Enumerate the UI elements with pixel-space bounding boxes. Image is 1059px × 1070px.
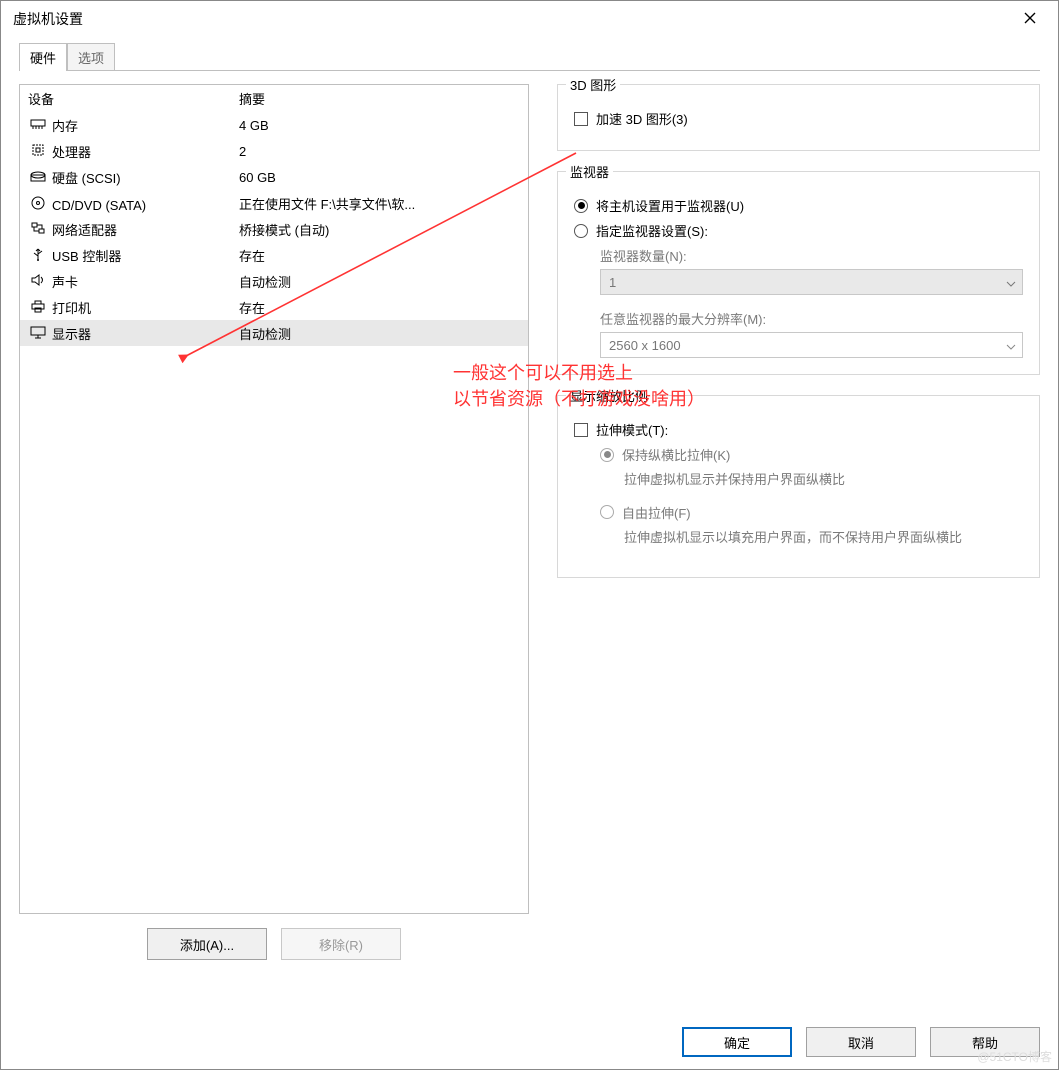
group-3d-graphics: 3D 图形 加速 3D 图形(3) <box>557 84 1040 151</box>
group-monitors-title: 监视器 <box>566 162 613 181</box>
memory-icon <box>28 115 48 133</box>
radio-free-stretch <box>600 505 614 519</box>
cancel-button[interactable]: 取消 <box>806 1027 916 1057</box>
usb-icon <box>28 245 48 263</box>
device-list-header: 设备 摘要 <box>20 85 528 112</box>
device-row-cd[interactable]: CD/DVD (SATA) 正在使用文件 F:\共享文件\软... <box>20 190 528 216</box>
sound-icon <box>28 271 48 289</box>
stretch-mode-label: 拉伸模式(T): <box>596 420 668 439</box>
group-3d-title: 3D 图形 <box>566 75 620 94</box>
accel-3d-checkbox[interactable] <box>574 112 588 126</box>
max-res-label: 任意监视器的最大分辨率(M): <box>600 309 1023 328</box>
tab-hardware[interactable]: 硬件 <box>19 43 67 71</box>
radio-specify-label: 指定监视器设置(S): <box>596 221 708 240</box>
close-button[interactable] <box>1012 7 1048 31</box>
chevron-down-icon <box>1006 275 1016 290</box>
display-icon <box>28 323 48 341</box>
tab-options[interactable]: 选项 <box>67 43 115 71</box>
close-icon <box>1024 11 1036 27</box>
network-icon <box>28 219 48 237</box>
dialog-title: 虚拟机设置 <box>13 9 83 29</box>
radio-use-host-label: 将主机设置用于监视器(U) <box>596 196 744 215</box>
device-row-display[interactable]: 显示器 自动检测 <box>20 320 528 346</box>
radio-keep-aspect-label: 保持纵横比拉伸(K) <box>622 445 730 464</box>
keep-aspect-desc: 拉伸虚拟机显示并保持用户界面纵横比 <box>624 470 1023 491</box>
radio-free-stretch-label: 自由拉伸(F) <box>622 503 691 522</box>
titlebar: 虚拟机设置 <box>1 1 1058 37</box>
radio-specify[interactable] <box>574 224 588 238</box>
remove-button: 移除(R) <box>281 928 401 960</box>
cd-icon <box>28 194 48 212</box>
device-row-memory[interactable]: 内存 4 GB <box>20 112 528 138</box>
device-row-cpu[interactable]: 处理器 2 <box>20 138 528 164</box>
printer-icon <box>28 297 48 315</box>
stretch-mode-checkbox[interactable] <box>574 423 588 437</box>
header-device: 设备 <box>26 89 239 108</box>
device-list[interactable]: 设备 摘要 内存 4 GB 处理器 2 硬盘 (SCSI) 60 GB CD/D… <box>19 84 529 914</box>
free-stretch-desc: 拉伸虚拟机显示以填充用户界面，而不保持用户界面纵横比 <box>624 528 1023 549</box>
group-scaling-title: 显示缩放比例 <box>566 386 652 405</box>
watermark: @51CTO博客 <box>977 1048 1052 1065</box>
hdd-icon <box>28 167 48 185</box>
add-button[interactable]: 添加(A)... <box>147 928 267 960</box>
radio-keep-aspect <box>600 448 614 462</box>
group-monitors: 监视器 将主机设置用于监视器(U) 指定监视器设置(S): 监视器数量(N): … <box>557 171 1040 375</box>
device-row-usb[interactable]: USB 控制器 存在 <box>20 242 528 268</box>
device-row-printer[interactable]: 打印机 存在 <box>20 294 528 320</box>
device-row-net[interactable]: 网络适配器 桥接模式 (自动) <box>20 216 528 242</box>
device-row-sound[interactable]: 声卡 自动检测 <box>20 268 528 294</box>
cpu-icon <box>28 141 48 159</box>
tab-bar: 硬件 选项 <box>19 43 1058 71</box>
group-scaling: 显示缩放比例 拉伸模式(T): 保持纵横比拉伸(K) 拉伸虚拟机显示并保持用户界… <box>557 395 1040 578</box>
chevron-down-icon <box>1006 338 1016 353</box>
max-res-dropdown: 2560 x 1600 <box>600 332 1023 358</box>
vm-settings-dialog: 虚拟机设置 硬件 选项 设备 摘要 内存 4 GB 处 <box>0 0 1059 1070</box>
ok-button[interactable]: 确定 <box>682 1027 792 1057</box>
header-summary: 摘要 <box>239 89 528 108</box>
radio-use-host[interactable] <box>574 199 588 213</box>
monitor-count-dropdown: 1 <box>600 269 1023 295</box>
device-row-hdd[interactable]: 硬盘 (SCSI) 60 GB <box>20 164 528 190</box>
accel-3d-label: 加速 3D 图形(3) <box>596 109 688 128</box>
monitor-count-label: 监视器数量(N): <box>600 246 1023 265</box>
content-area: 设备 摘要 内存 4 GB 处理器 2 硬盘 (SCSI) 60 GB CD/D… <box>1 72 1058 960</box>
